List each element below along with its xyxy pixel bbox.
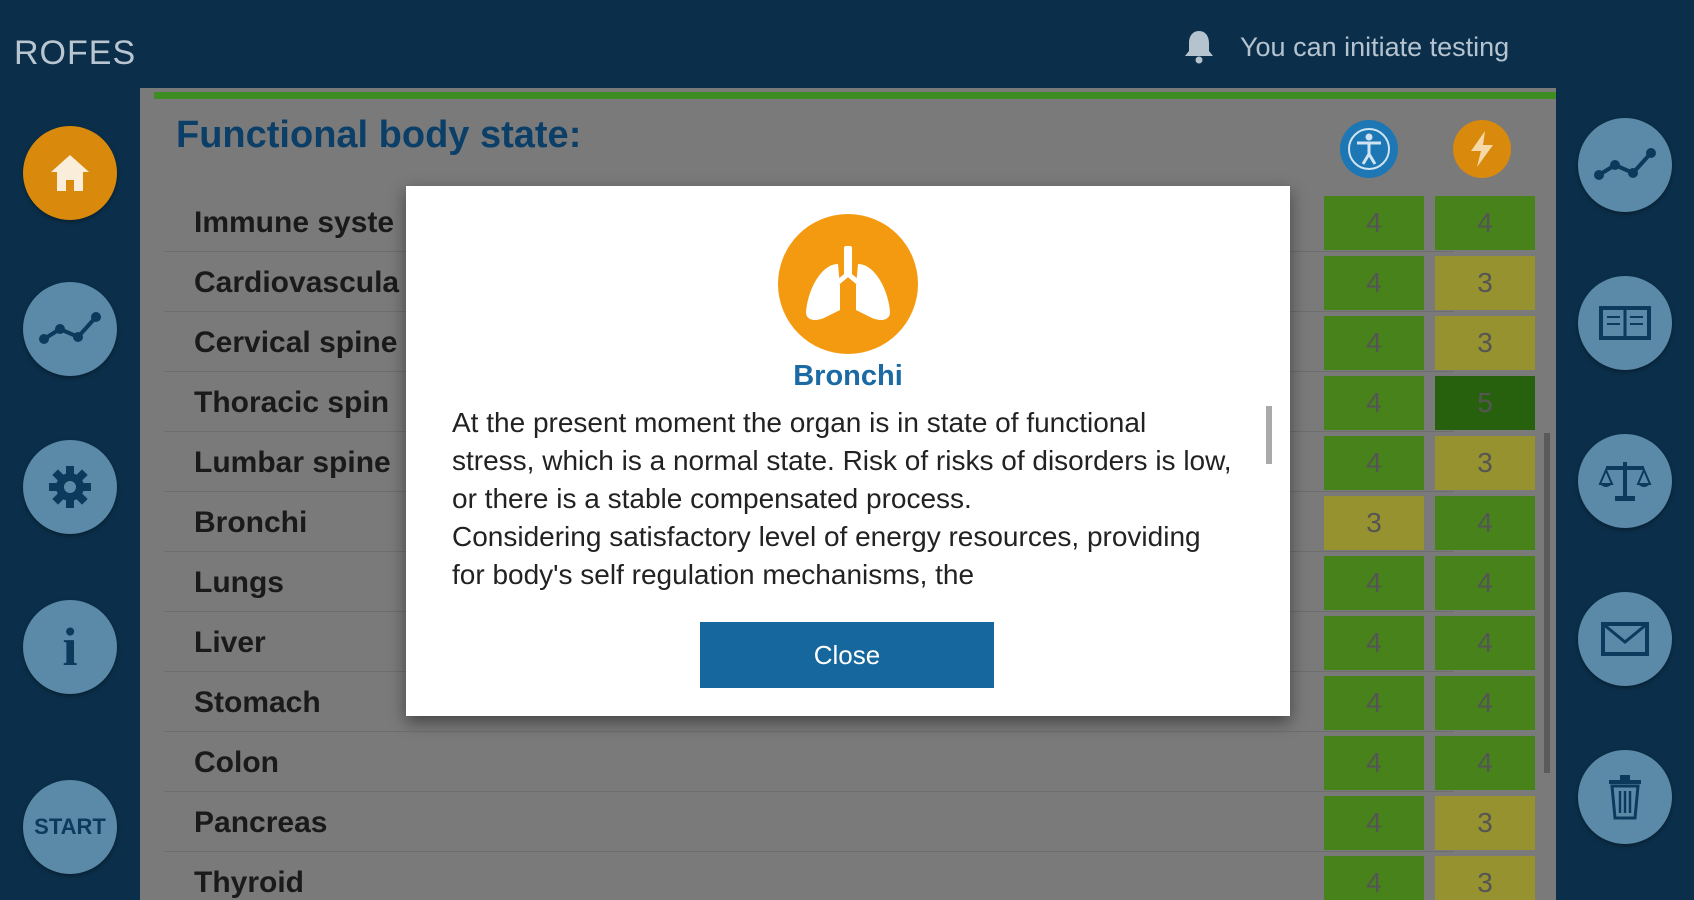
body-score: 4 [1324, 556, 1424, 610]
energy-score: 4 [1435, 616, 1535, 670]
dialog-title: Bronchi [793, 360, 903, 392]
energy-score: 4 [1435, 736, 1535, 790]
logo-text: ROFES [14, 34, 137, 72]
trash-icon [1609, 775, 1641, 820]
body-score: 4 [1324, 256, 1424, 310]
graph-button[interactable] [23, 282, 117, 376]
info-button[interactable]: i [23, 600, 117, 694]
energy-score: 3 [1435, 796, 1535, 850]
table-row[interactable]: Colon 4 4 [164, 732, 1535, 792]
top-bar: ROFES You can initiate testing [0, 0, 1694, 90]
mail-icon [1601, 622, 1649, 656]
page-title: Functional body state: [176, 114, 582, 156]
dialog-scrollbar[interactable] [1266, 406, 1272, 464]
energy-score: 4 [1435, 676, 1535, 730]
start-button[interactable]: START [23, 780, 117, 874]
body-score: 4 [1324, 676, 1424, 730]
info-icon: i [62, 617, 78, 677]
body-score: 3 [1324, 496, 1424, 550]
organ-label: Immune syste [194, 206, 395, 239]
home-button[interactable] [23, 126, 117, 220]
lightning-icon [1453, 120, 1511, 178]
body-score: 4 [1324, 856, 1424, 900]
body-score: 4 [1324, 376, 1424, 430]
panel-accent-line [154, 92, 1556, 99]
organ-detail-dialog: Bronchi At the present moment the organ … [406, 186, 1290, 716]
organ-label: Stomach [194, 686, 321, 719]
body-score: 4 [1324, 796, 1424, 850]
organ-label: Pancreas [194, 806, 328, 839]
list-scrollbar[interactable] [1544, 433, 1550, 773]
energy-score: 4 [1435, 556, 1535, 610]
energy-score: 4 [1435, 196, 1535, 250]
start-label: START [34, 814, 106, 839]
description-paragraph: Considering satisfactory level of energy… [452, 521, 1201, 590]
graph-icon [39, 312, 101, 344]
left-nav: i START [0, 90, 140, 900]
person-icon [1340, 120, 1398, 178]
lungs-icon [778, 214, 918, 354]
organ-label: Cardiovascula [194, 266, 400, 299]
close-button[interactable]: Close [700, 622, 994, 688]
status-text: You can initiate testing [1240, 32, 1510, 62]
organ-label: Colon [194, 746, 279, 779]
table-row[interactable]: Thyroid 4 3 [164, 852, 1535, 900]
organ-label: Lungs [194, 566, 284, 599]
organ-label: Lumbar spine [194, 446, 391, 479]
energy-score: 3 [1435, 316, 1535, 370]
dialog-description[interactable]: At the present moment the organ is in st… [452, 404, 1232, 600]
bell-icon[interactable] [1182, 28, 1216, 69]
energy-score: 3 [1435, 256, 1535, 310]
home-icon [51, 155, 89, 191]
settings-button[interactable] [23, 440, 117, 534]
graph-icon [1594, 148, 1656, 180]
body-score: 4 [1324, 196, 1424, 250]
graph-button-right[interactable] [1578, 118, 1672, 212]
organ-label: Liver [194, 626, 266, 659]
energy-score: 3 [1435, 856, 1535, 900]
app-logo: ROFES [14, 34, 136, 73]
body-score: 4 [1324, 736, 1424, 790]
table-row[interactable]: Pancreas 4 3 [164, 792, 1535, 852]
scale-button[interactable] [1578, 434, 1672, 528]
gear-icon [49, 466, 91, 508]
book-button[interactable] [1578, 276, 1672, 370]
body-score: 4 [1324, 316, 1424, 370]
trash-button[interactable] [1578, 750, 1672, 844]
organ-label: Cervical spine [194, 326, 398, 359]
description-paragraph: At the present moment the organ is in st… [452, 407, 1232, 514]
energy-score: 5 [1435, 376, 1535, 430]
energy-score: 4 [1435, 496, 1535, 550]
energy-score: 3 [1435, 436, 1535, 490]
body-score: 4 [1324, 436, 1424, 490]
organ-label: Bronchi [194, 506, 308, 539]
organ-label: Thoracic spin [194, 386, 390, 419]
body-score: 4 [1324, 616, 1424, 670]
organ-label: Thyroid [194, 866, 304, 899]
scale-icon [1598, 462, 1652, 501]
book-icon [1599, 306, 1651, 340]
mail-button[interactable] [1578, 592, 1672, 686]
right-nav [1556, 90, 1694, 900]
